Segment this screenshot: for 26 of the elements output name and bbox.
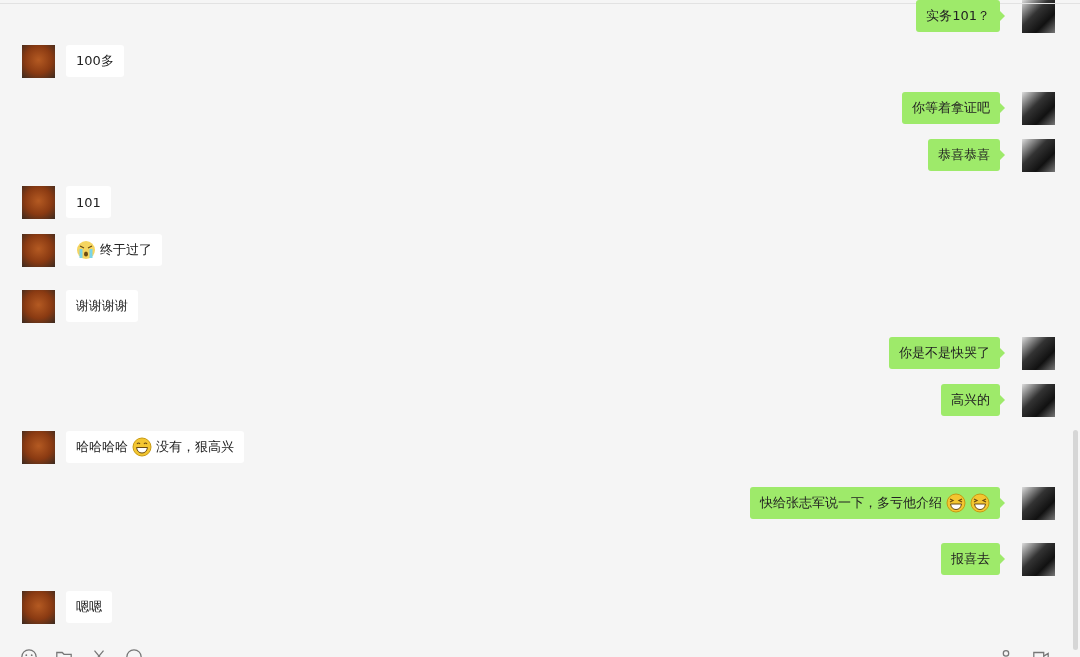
message-text: 哈哈哈哈 (76, 438, 128, 456)
laughing-face-icon (970, 493, 990, 513)
message-text: 100多 (76, 52, 114, 70)
avatar-photo-placeholder[interactable] (1022, 543, 1055, 576)
grinning-face-icon (132, 437, 152, 457)
message-text: 你等着拿证吧 (912, 99, 990, 117)
scrollbar-thumb[interactable] (1073, 430, 1078, 650)
message-text: 报喜去 (951, 550, 990, 568)
message-text: 嗯嗯 (76, 598, 102, 616)
message-text: 没有，狠高兴 (156, 438, 234, 456)
message-text: 恭喜恭喜 (938, 146, 990, 164)
avatar-photo-placeholder[interactable] (1022, 0, 1055, 33)
message-text: 高兴的 (951, 391, 990, 409)
avatar-photo-placeholder[interactable] (1022, 92, 1055, 125)
avatar-photo-placeholder[interactable] (1022, 139, 1055, 172)
message-text: 101 (76, 194, 101, 210)
avatar-photo-placeholder[interactable] (1022, 487, 1055, 520)
crying-face-icon (76, 240, 96, 260)
message-text: 快给张志军说一下，多亏他介绍 (760, 494, 942, 512)
avatar-photo-placeholder[interactable] (1022, 384, 1055, 417)
message-text: 谢谢谢谢 (76, 297, 128, 315)
laughing-face-icon (946, 493, 966, 513)
message-text: 你是不是快哭了 (899, 344, 990, 362)
avatar-photo-placeholder[interactable] (1022, 337, 1055, 370)
message-text: 实务101？ (926, 7, 990, 25)
message-text: 终于过了 (100, 241, 152, 259)
